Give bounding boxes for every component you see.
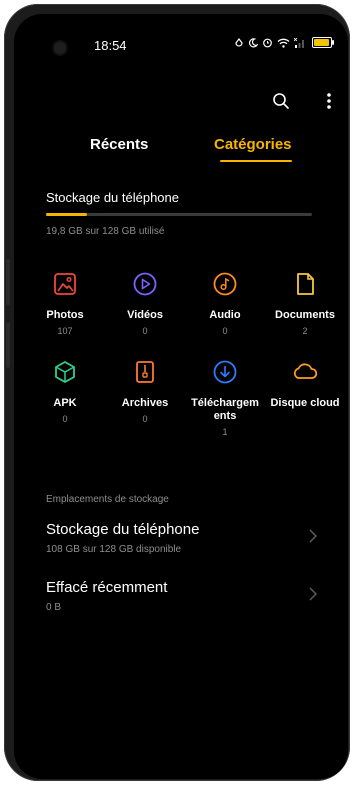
location-title: Stockage du téléphone <box>46 521 200 538</box>
cube-icon <box>51 358 79 386</box>
category-count: 0 <box>142 326 148 336</box>
storage-progress-bar <box>46 213 312 216</box>
location-subtitle: 108 GB sur 128 GB disponible <box>46 544 182 555</box>
more-vertical-icon <box>327 93 331 109</box>
category-videos[interactable]: Vidéos 0 <box>110 270 180 336</box>
category-label: Photos <box>46 309 84 321</box>
category-label: Audio <box>209 309 241 321</box>
category-count: 0 <box>142 414 148 424</box>
category-count: 0 <box>62 414 68 424</box>
moon-icon <box>249 37 258 47</box>
category-label: Archives <box>121 397 169 409</box>
signal-icon <box>294 37 304 48</box>
cloud-icon <box>291 358 319 386</box>
more-options-button[interactable] <box>318 90 340 112</box>
status-bar: 18:54 <box>14 14 348 54</box>
chevron-right-icon <box>309 587 318 601</box>
category-downloads[interactable]: Téléchargem ents 1 <box>190 358 260 437</box>
category-cloud[interactable]: Disque cloud <box>270 358 340 414</box>
storage-usage-text: 19,8 GB sur 128 GB utilisé <box>46 226 165 237</box>
category-label: Vidéos <box>127 309 163 321</box>
front-camera <box>54 42 66 54</box>
category-photos[interactable]: Photos 107 <box>30 270 100 336</box>
category-label: Téléchargem ents <box>191 397 259 422</box>
phone-frame: 18:54 Récents Catégories Stockage du tél… <box>4 4 350 781</box>
category-label: Disque cloud <box>270 397 340 409</box>
chevron-right-icon <box>309 529 318 543</box>
category-apk[interactable]: APK 0 <box>30 358 100 424</box>
category-count: 1 <box>222 427 228 437</box>
status-icons <box>234 37 334 48</box>
music-note-icon <box>211 270 239 298</box>
location-subtitle: 0 B <box>46 602 62 613</box>
tab-categories[interactable]: Catégories <box>214 136 292 153</box>
category-label: APK <box>53 397 77 409</box>
location-recently-deleted[interactable]: Effacé récemment 0 B <box>46 579 336 613</box>
tab-recents[interactable]: Récents <box>90 136 148 153</box>
search-icon <box>273 93 289 109</box>
category-count: 2 <box>302 326 308 336</box>
volume-up-button <box>6 259 10 305</box>
screen: 18:54 Récents Catégories Stockage du tél… <box>14 14 348 779</box>
category-count: 0 <box>222 326 228 336</box>
category-count: 107 <box>57 326 73 336</box>
volume-down-button <box>6 322 10 368</box>
category-audio[interactable]: Audio 0 <box>190 270 260 336</box>
status-time: 18:54 <box>94 38 127 53</box>
search-button[interactable] <box>270 90 292 112</box>
location-phone-storage[interactable]: Stockage du téléphone 108 GB sur 128 GB … <box>46 521 336 555</box>
notification-icon <box>235 37 243 47</box>
play-icon <box>131 270 159 298</box>
category-archives[interactable]: Archives 0 <box>110 358 180 424</box>
category-documents[interactable]: Documents 2 <box>270 270 340 336</box>
storage-locations-header: Emplacements de stockage <box>46 494 169 505</box>
image-icon <box>51 270 79 298</box>
storage-progress-fill <box>46 213 88 216</box>
document-icon <box>291 270 319 298</box>
alarm-icon <box>263 38 272 48</box>
tab-indicator <box>220 160 292 162</box>
top-actions <box>270 90 340 112</box>
location-title: Effacé récemment <box>46 579 168 596</box>
download-icon <box>211 358 239 386</box>
archive-icon <box>131 358 159 386</box>
wifi-icon <box>277 38 290 48</box>
battery-icon <box>312 37 334 48</box>
storage-summary-title[interactable]: Stockage du téléphone <box>46 190 179 205</box>
category-label: Documents <box>275 309 335 321</box>
